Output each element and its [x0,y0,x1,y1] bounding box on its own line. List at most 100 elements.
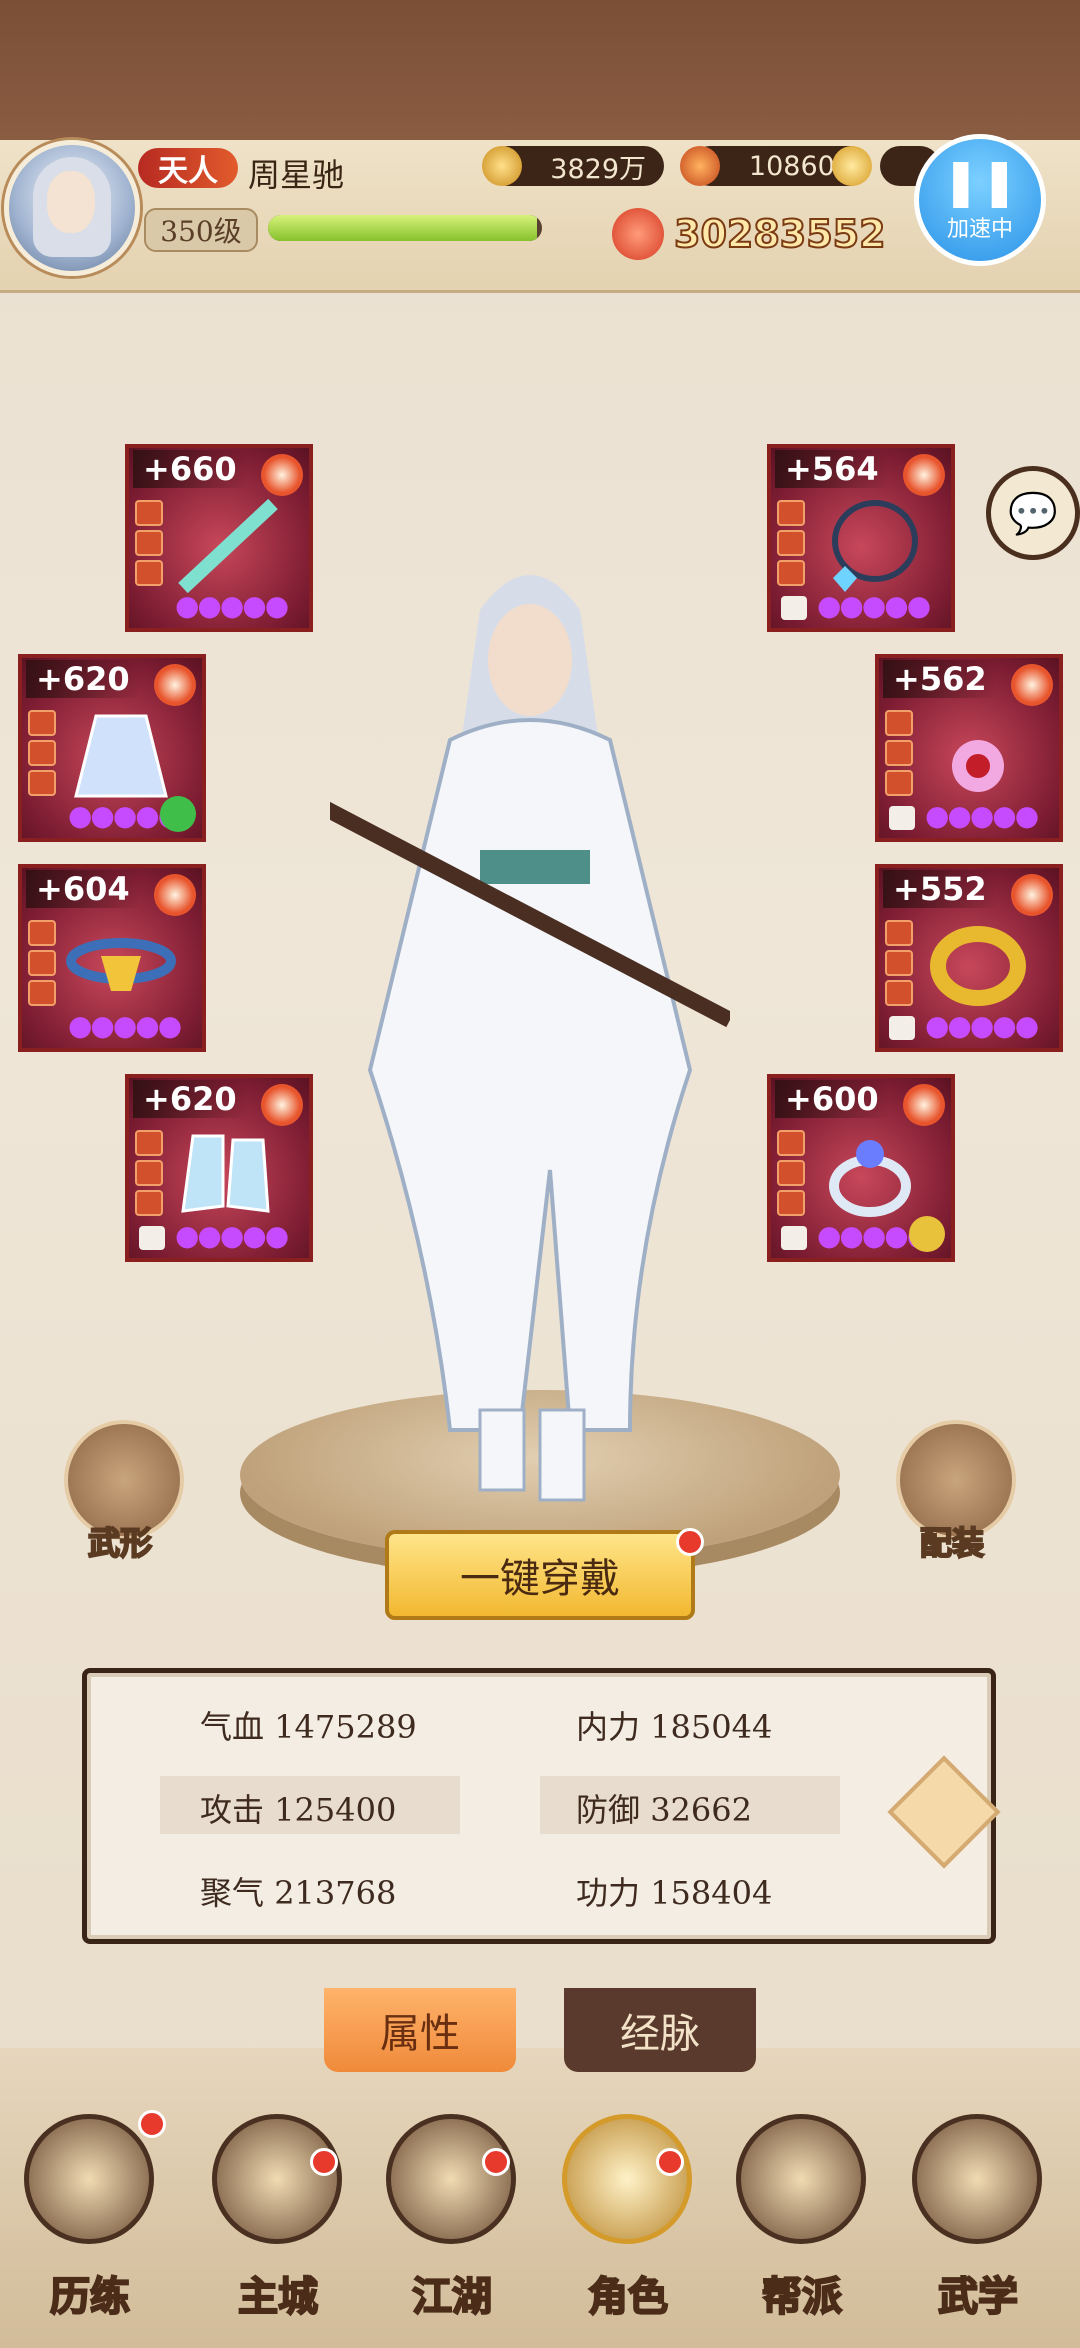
quality-icon [261,1084,303,1126]
rank-badge: 天人 [138,148,238,189]
top-wall [0,0,1080,140]
enhance-level: +620 [26,660,140,698]
quality-icon [903,1084,945,1126]
nav-label: 武学 [937,2272,1019,2321]
robe-icon [74,714,168,798]
notification-dot [482,2148,510,2176]
speed-up-button[interactable]: ❚❚ 加速中 [914,134,1046,266]
loadout-label: 配装 [919,1523,985,1563]
quality-icon [261,454,303,496]
ring-icon [829,1140,911,1217]
city-gate-icon [212,2114,342,2244]
nav-label: 主城 [237,2272,319,2321]
gem-socket-icon [777,1130,805,1156]
stat-focus: 聚气 213768 [200,1868,396,1914]
equip-slot-belt[interactable]: +604 ●●●●● [18,864,206,1052]
equip-all-button[interactable]: 一键穿戴 [385,1530,695,1620]
notification-dot [138,2110,166,2138]
enhance-level: +600 [775,1080,889,1118]
equip-slot-weapon[interactable]: +660 ●●●●● [125,444,313,632]
sword-icon [178,498,278,594]
tab-label: 经脉 [620,2011,700,2057]
nav-character[interactable]: 角色 [548,2104,708,2344]
gem-socket-icon [777,1160,805,1186]
nav-training[interactable]: 历练 [10,2104,170,2344]
star-rating: ●●●●● [175,1219,289,1252]
equip-slot-boots[interactable]: +620 ●●●●● [125,1074,313,1262]
gem-socket-icon [28,980,56,1006]
equip-slot-bracelet[interactable]: +552 ●●●●● [875,864,1063,1052]
star-rating: ●●●●● [817,589,931,622]
enhance-level: +552 [883,870,997,908]
stat-hp: 气血 1475289 [200,1702,417,1748]
speed-up-label: 加速中 [946,217,1013,242]
star-rating: ●●●●● [925,1009,1039,1042]
scroll-icon [912,2114,1042,2244]
stat-value: 125400 [274,1791,397,1829]
ingot-icon [832,146,872,186]
stat-label: 防御 [576,1791,641,1829]
notification-dot [310,2148,338,2176]
power-icon [612,208,664,260]
gem-socket-icon [777,500,805,526]
gem-socket-icon [135,560,163,586]
gem-socket-icon [135,530,163,556]
gem-socket-icon [28,740,56,766]
gem-socket-icon [885,740,913,766]
stat-value: 32662 [650,1791,752,1829]
link-icon [160,796,196,832]
nav-label: 江湖 [411,2272,493,2321]
enhance-level: +660 [133,450,247,488]
notification-dot [656,2148,684,2176]
tab-attributes[interactable]: 属性 [324,1988,516,2072]
stat-value: 1475289 [274,1708,417,1746]
belt-icon [66,938,176,991]
gem-socket-icon [885,710,913,736]
gem-socket-icon [885,770,913,796]
stat-value: 213768 [274,1874,397,1912]
sword-gourd-icon [386,2114,516,2244]
equip-slot-pendant[interactable]: +562 ●●●●● [875,654,1063,842]
pendant-icon [952,740,1004,792]
gem-socket-icon [28,950,56,976]
gem-socket-icon [135,500,163,526]
lock-icon [889,1016,915,1040]
gem-socket-icon [777,1190,805,1216]
tab-meridians[interactable]: 经脉 [564,1988,756,2072]
quality-icon [1011,874,1053,916]
enhance-level: +564 [775,450,889,488]
coins-value: 3829万 [550,153,646,185]
equip-slot-necklace[interactable]: +564 ●●●●● [767,444,955,632]
gem-socket-icon [28,920,56,946]
player-name: 周星驰 [248,156,345,194]
quality-icon [154,874,196,916]
appearance-label: 武形 [87,1523,153,1563]
gem-socket-icon [135,1130,163,1156]
nav-martial-arts[interactable]: 武学 [898,2104,1058,2344]
gem-socket-icon [135,1190,163,1216]
enhance-level: +620 [133,1080,247,1118]
stat-mp: 内力 185044 [576,1702,772,1748]
equip-slot-ring[interactable]: +600 ●●●●● [767,1074,955,1262]
chat-icon[interactable]: 💬 [986,466,1080,560]
equip-slot-armor[interactable]: +620 ●●●●● [18,654,206,842]
guild-icon [736,2114,866,2244]
gem-socket-icon [28,710,56,736]
nav-label: 历练 [49,2272,131,2321]
avatar-face [47,171,95,233]
nav-label: 帮派 [761,2272,843,2321]
gem-socket-icon [777,530,805,556]
enhance-level: +604 [26,870,140,908]
exp-bar [268,215,542,241]
boots-icon [181,1134,270,1213]
stat-value: 185044 [650,1708,773,1746]
coin-icon [482,146,522,186]
player-avatar[interactable] [4,140,140,276]
nav-guild[interactable]: 帮派 [722,2104,882,2344]
quality-icon [154,664,196,706]
stat-power: 功力 158404 [576,1868,772,1914]
stat-attack: 攻击 125400 [200,1785,396,1831]
quality-icon [903,454,945,496]
nav-city[interactable]: 主城 [198,2104,358,2344]
nav-jianghu[interactable]: 江湖 [372,2104,532,2344]
